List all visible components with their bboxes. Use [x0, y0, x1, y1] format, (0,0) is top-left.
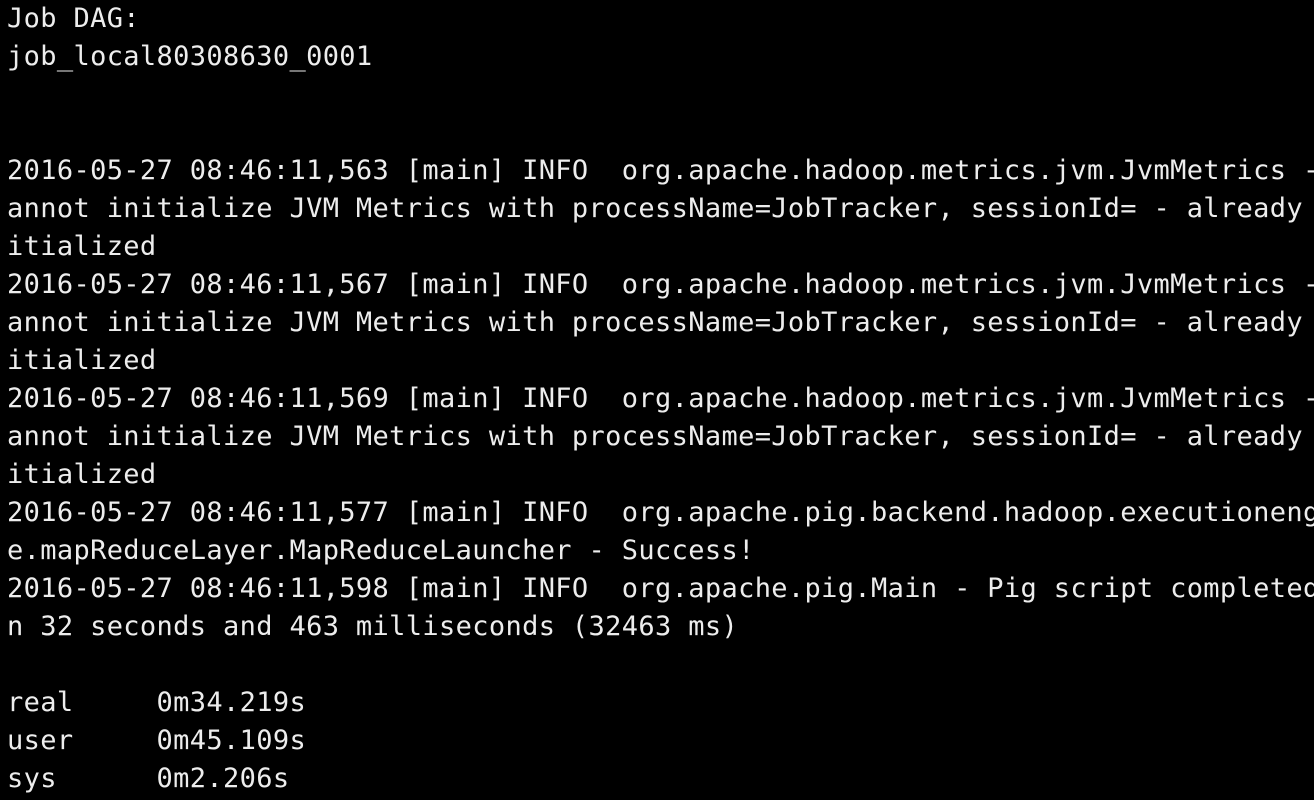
output-line-log: 2016-05-27 08:46:11,563 [main] INFO org.… — [7, 155, 1314, 186]
output-line-job-dag-label: Job DAG: — [7, 3, 140, 34]
output-line-log: itialized — [7, 231, 157, 262]
output-line-blank — [7, 114, 1314, 152]
output-line-log: 2016-05-27 08:46:11,577 [main] INFO org.… — [7, 497, 1314, 528]
output-line-blank — [7, 76, 1314, 114]
output-line-time-sys: sys 0m2.206s — [7, 763, 290, 794]
output-line-log: 2016-05-27 08:46:11,569 [main] INFO org.… — [7, 383, 1314, 414]
output-line-blank — [7, 646, 1314, 684]
output-line-log: annot initialize JVM Metrics with proces… — [7, 307, 1314, 338]
output-line-log: 2016-05-27 08:46:11,567 [main] INFO org.… — [7, 269, 1314, 300]
output-line-log: annot initialize JVM Metrics with proces… — [7, 421, 1314, 452]
output-line-log: annot initialize JVM Metrics with proces… — [7, 193, 1314, 224]
output-line-log: 2016-05-27 08:46:11,598 [main] INFO org.… — [7, 573, 1314, 604]
output-line-time-user: user 0m45.109s — [7, 725, 307, 756]
output-line-log: e.mapReduceLayer.MapReduceLauncher - Suc… — [7, 535, 755, 566]
output-line-job-id: job_local80308630_0001 — [7, 41, 373, 72]
output-line-time-real: real 0m34.219s — [7, 687, 307, 718]
output-line-log: itialized — [7, 345, 157, 376]
terminal-window[interactable]: Job DAG: job_local80308630_0001 2016-05-… — [0, 0, 1314, 800]
output-line-log: itialized — [7, 459, 157, 490]
output-line-log: n 32 seconds and 463 milliseconds (32463… — [7, 611, 739, 642]
